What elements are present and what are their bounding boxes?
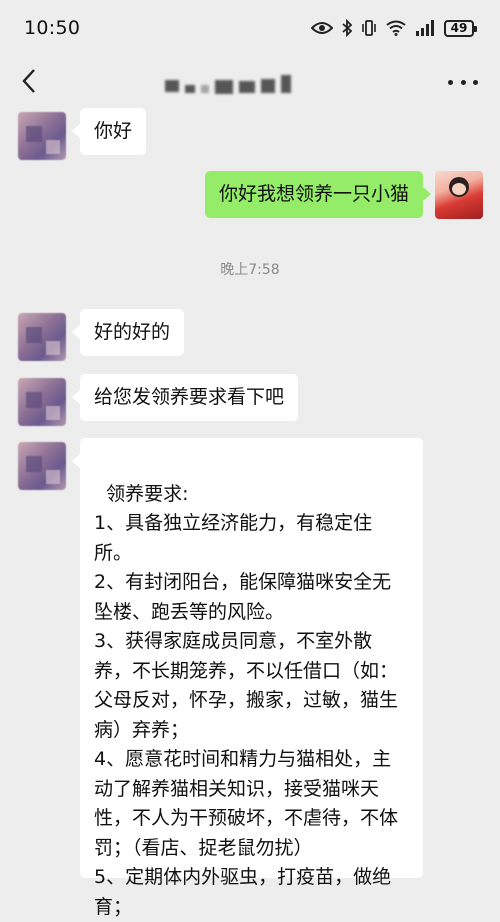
user-avatar[interactable]	[435, 171, 483, 219]
contact-avatar[interactable]	[18, 442, 66, 490]
chat-header	[0, 56, 500, 108]
bluetooth-icon	[342, 19, 352, 37]
status-bar: 10:50 49	[0, 0, 500, 56]
status-time: 10:50	[24, 17, 81, 39]
timestamp: 晚上7:58	[220, 262, 280, 278]
message-text: 领养要求: 1、具备独立经济能力，有稳定住所。 2、有封闭阳台，能保障猫咪安全无…	[94, 482, 399, 918]
message-bubble-received[interactable]: 你好	[71, 108, 147, 155]
message-text: 你好	[94, 120, 133, 142]
message-text: 给您发领养要求看下吧	[94, 386, 285, 408]
back-button[interactable]	[14, 66, 44, 96]
message-text: 你好我想领养一只小猫	[218, 183, 409, 205]
contact-avatar[interactable]	[18, 313, 66, 361]
contact-avatar[interactable]	[18, 378, 66, 426]
message-bubble-sent[interactable]: 你好我想领养一只小猫	[204, 171, 432, 218]
eye-icon	[311, 21, 333, 35]
vibrate-icon	[361, 19, 377, 37]
wifi-icon	[386, 20, 406, 36]
chevron-left-icon	[22, 69, 35, 93]
battery-icon: 49	[444, 19, 477, 37]
status-icons: 49	[311, 19, 477, 37]
message-bubble-received[interactable]: 领养要求: 1、具备独立经济能力，有稳定住所。 2、有封闭阳台，能保障猫咪安全无…	[72, 438, 423, 918]
contact-avatar[interactable]	[18, 112, 66, 160]
message-text: 好的好的	[94, 321, 171, 343]
message-bubble-received[interactable]: 给您发领养要求看下吧	[71, 374, 299, 421]
message-bubble-received[interactable]: 好的好的	[71, 309, 185, 356]
signal-icon	[415, 20, 435, 36]
more-button[interactable]	[448, 74, 478, 90]
chat-title-redacted	[165, 72, 345, 96]
more-dots-icon	[448, 79, 453, 85]
